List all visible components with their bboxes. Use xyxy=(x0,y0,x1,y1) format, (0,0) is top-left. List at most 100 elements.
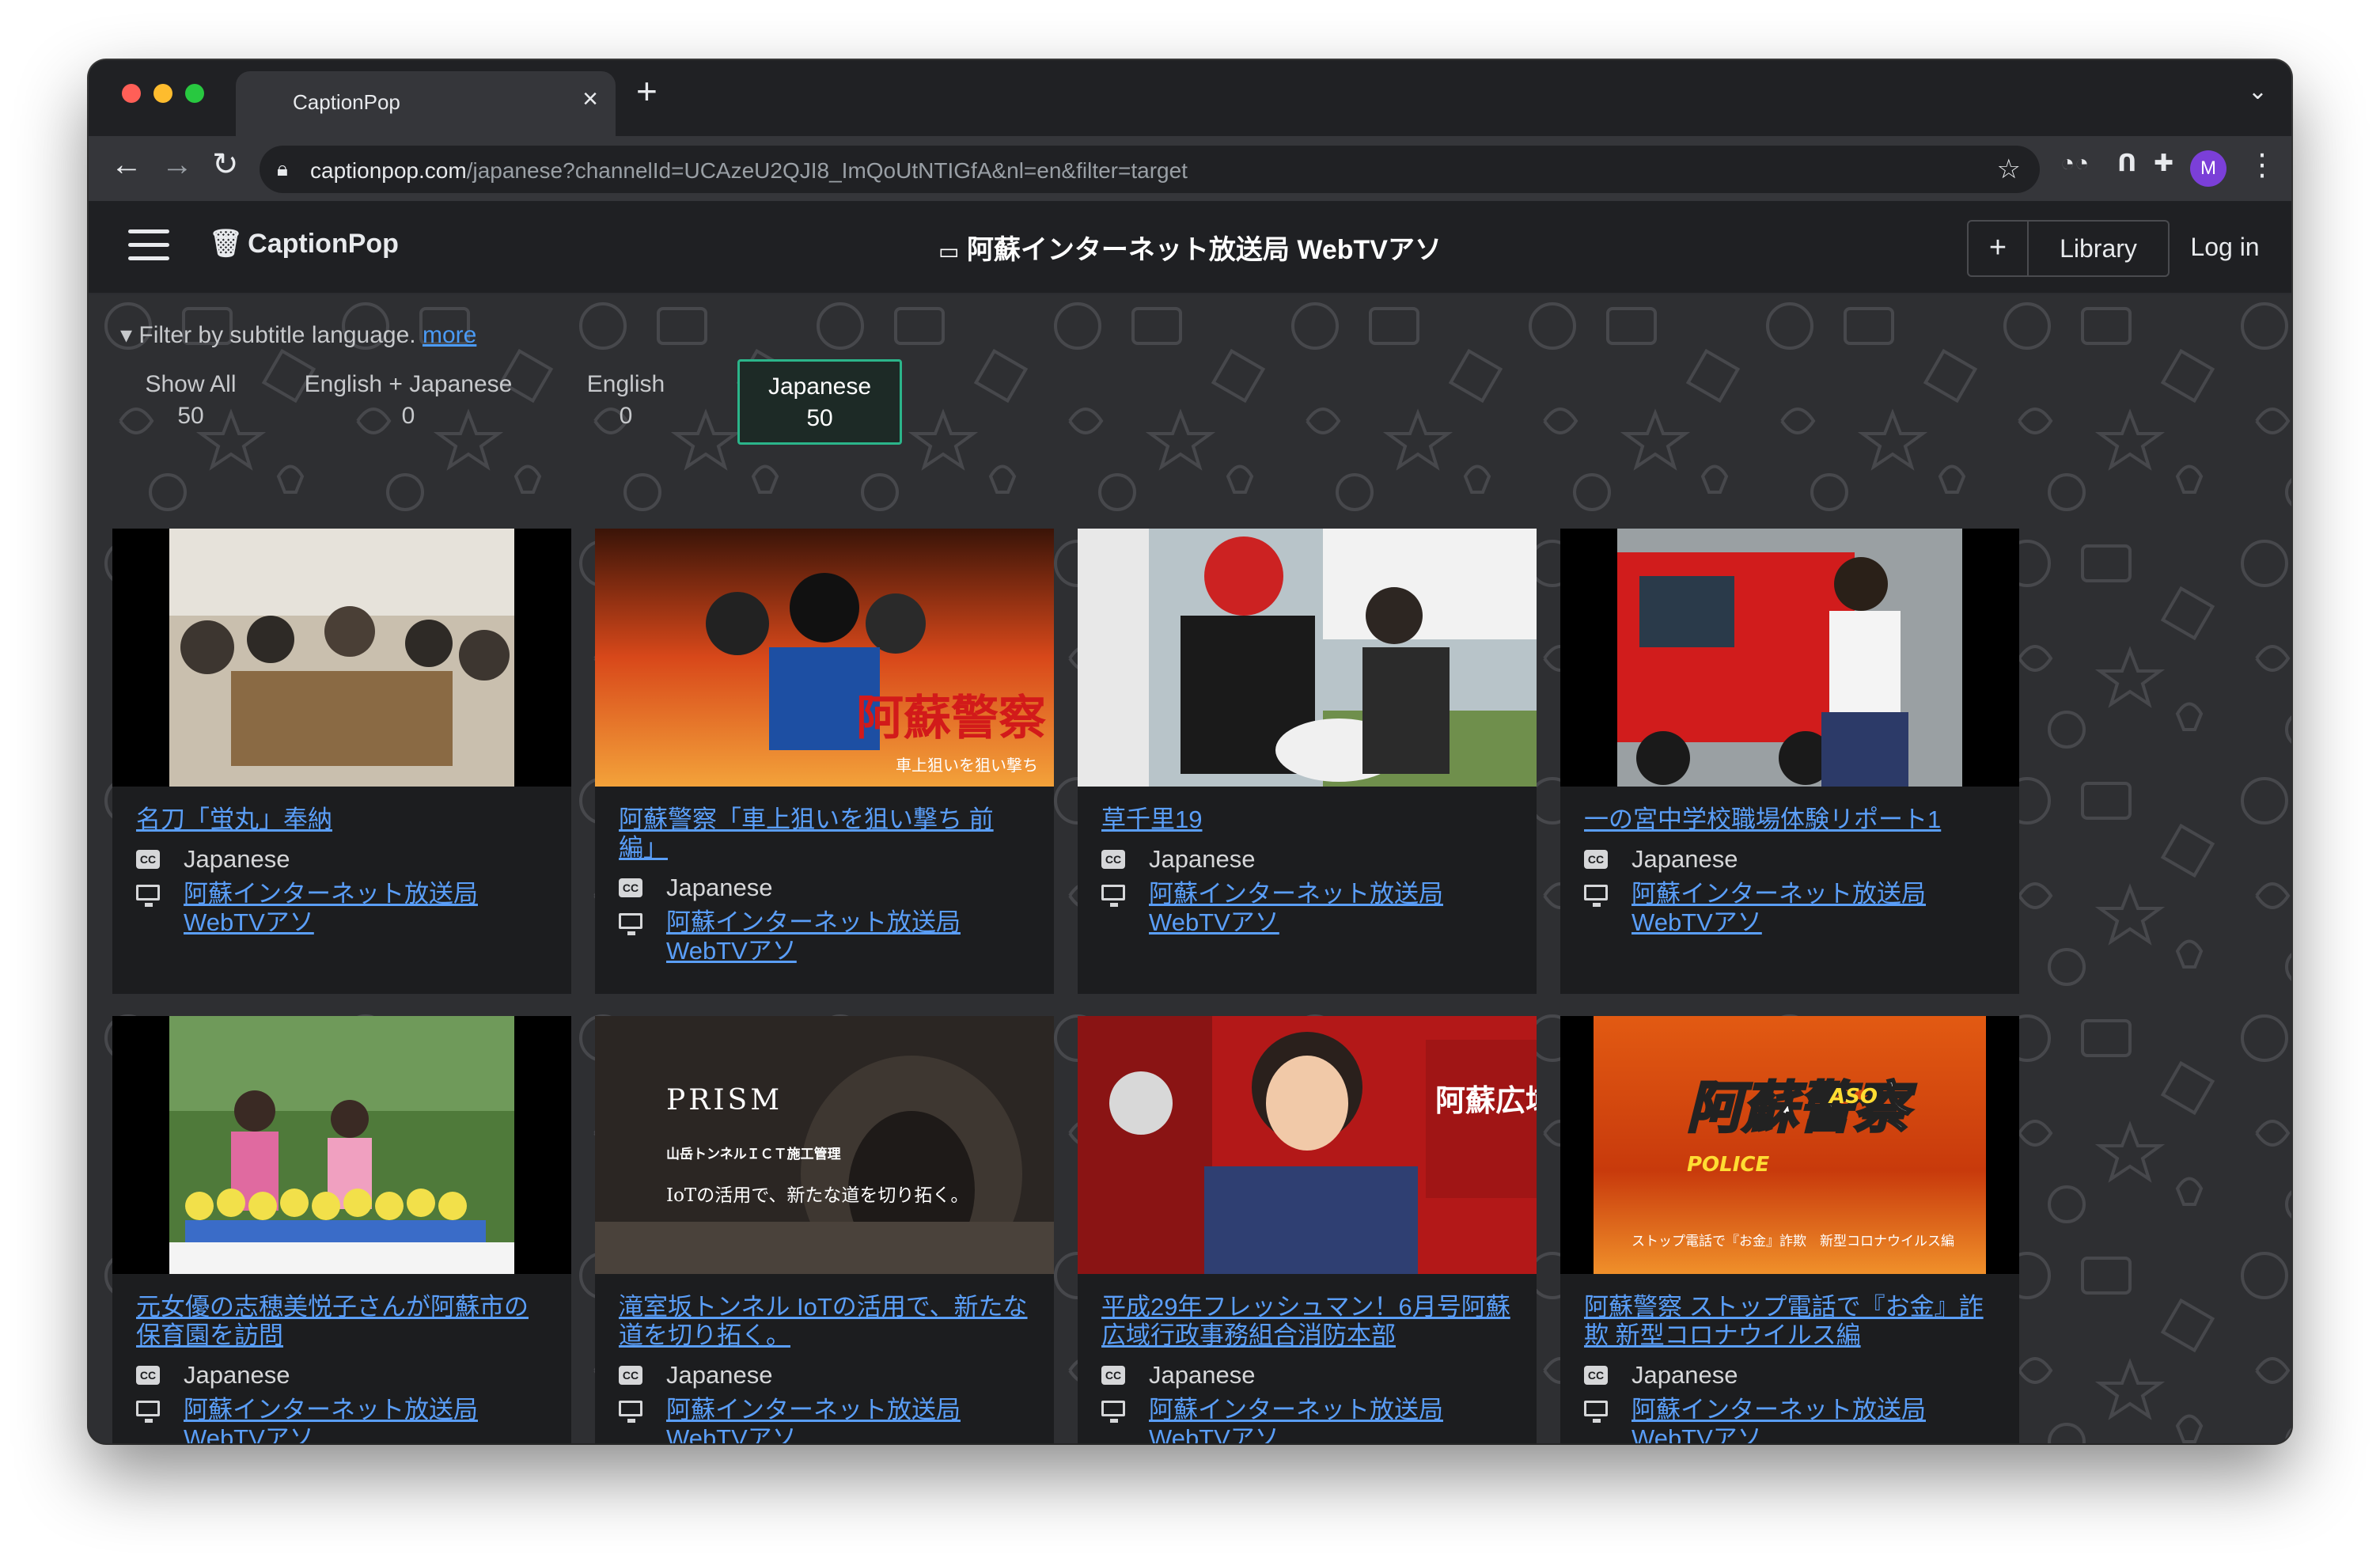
close-window-button[interactable] xyxy=(122,84,141,103)
video-card[interactable]: PRISM 山岳トンネルＩＣＴ施工管理 IoTの活用で、新たな道を切り拓く。 滝… xyxy=(595,1016,1054,1443)
maximize-window-button[interactable] xyxy=(185,84,204,103)
profile-avatar[interactable]: M xyxy=(2190,150,2227,187)
channel-link[interactable]: 阿蘇インターネット放送局 WebTVアソ xyxy=(1149,880,1513,937)
video-thumbnail[interactable] xyxy=(1078,529,1537,787)
channel-link[interactable]: 阿蘇インターネット放送局 WebTVアソ xyxy=(666,908,1030,965)
thumb-sign-text: 阿蘇広域 xyxy=(1435,1083,1537,1118)
thumb-aso-text: ASO xyxy=(1828,1085,1878,1109)
channel-link[interactable]: 阿蘇インターネット放送局 WebTVアソ xyxy=(666,1396,1030,1443)
browser-tab[interactable]: CaptionPop × xyxy=(236,71,616,136)
cc-icon: CC xyxy=(1584,850,1608,869)
video-thumbnail[interactable]: 阿蘇広域 xyxy=(1078,1016,1537,1274)
new-tab-button[interactable]: + xyxy=(636,73,658,109)
tv-icon xyxy=(619,913,642,935)
tab-title: CaptionPop xyxy=(293,90,400,114)
minimize-window-button[interactable] xyxy=(153,84,172,103)
tv-icon xyxy=(136,1401,160,1423)
channel-link[interactable]: 阿蘇インターネット放送局 WebTVアソ xyxy=(1632,880,1995,937)
thumbnail-image: 阿蘇警察 ASO POLICE ストップ電話で『お金』詐欺 新型コロナウイルス編 xyxy=(1560,1016,2019,1274)
tab-close-icon[interactable]: × xyxy=(582,85,598,112)
video-card[interactable]: 元女優の志穂美悦子さんが阿蘇市の保育園を訪問 CC Japanese 阿蘇インタ… xyxy=(112,1016,571,1443)
video-thumbnail[interactable]: 阿蘇警察 ASO POLICE ストップ電話で『お金』詐欺 新型コロナウイルス編 xyxy=(1560,1016,2019,1274)
thumbnail-image xyxy=(1078,529,1537,787)
tv-icon xyxy=(1101,1401,1125,1423)
thumbnail-image: 阿蘇警察 車上狙いを狙い撃ち xyxy=(595,529,1054,787)
cc-icon: CC xyxy=(619,878,642,897)
browser-window: CaptionPop × + ⌄ ← → ↻ 🔒︎ captionpop.com… xyxy=(89,60,2291,1443)
channel-link[interactable]: 阿蘇インターネット放送局 WebTVアソ xyxy=(1632,1396,1995,1443)
tv-icon xyxy=(1584,885,1608,907)
tab-search-icon[interactable]: ⌄ xyxy=(2248,78,2268,105)
thumbnail-image xyxy=(112,1016,571,1274)
thumb-prism-line2: IoTの活用で、新たな道を切り拓く。 xyxy=(666,1185,968,1206)
filter-label: ▾ Filter by subtitle language. more xyxy=(120,322,477,348)
video-card[interactable]: 名刀「蛍丸」奉納 CC Japanese 阿蘇インターネット放送局 WebTVア… xyxy=(112,529,571,994)
video-thumbnail[interactable] xyxy=(112,529,571,787)
cc-icon: CC xyxy=(1584,1366,1608,1385)
video-title-link[interactable]: 一の宮中学校職場体験リポート1 xyxy=(1584,806,1995,834)
thumbnail-image xyxy=(112,529,571,787)
cc-icon: CC xyxy=(619,1366,642,1385)
video-card[interactable]: 草千里19 CC Japanese 阿蘇インターネット放送局 WebTVアソ xyxy=(1078,529,1537,994)
thumb-police-subtitle: ストップ電話で『お金』詐欺 新型コロナウイルス編 xyxy=(1632,1234,1954,1249)
tv-icon xyxy=(136,885,160,907)
back-arrow-icon[interactable]: ← xyxy=(111,149,142,180)
video-thumbnail[interactable]: PRISM 山岳トンネルＩＣＴ施工管理 IoTの活用で、新たな道を切り拓く。 xyxy=(595,1016,1054,1274)
thumbnail-image: PRISM 山岳トンネルＩＣＴ施工管理 IoTの活用で、新たな道を切り拓く。 xyxy=(595,1016,1054,1274)
extension-glasses-icon[interactable]: ◔◔ xyxy=(2060,152,2089,176)
channel-link[interactable]: 阿蘇インターネット放送局 WebTVアソ xyxy=(1149,1396,1513,1443)
add-button[interactable]: + xyxy=(1967,220,2029,277)
browser-titlebar: CaptionPop × + ⌄ xyxy=(89,60,2291,136)
video-title-link[interactable]: 滝室坂トンネル IoTの活用で、新たな道を切り拓く。 xyxy=(619,1293,1030,1350)
cc-icon: CC xyxy=(1101,1366,1125,1385)
tab-japanese[interactable]: Japanese 50 xyxy=(737,359,902,445)
tv-icon: ▭ xyxy=(938,239,960,263)
video-thumbnail[interactable] xyxy=(1560,529,2019,787)
video-card[interactable]: 阿蘇広域 平成29年フレッシュマン！6月号阿蘇広域行政事務組合消防本部 CC J… xyxy=(1078,1016,1537,1443)
tab-show-all[interactable]: Show All 50 xyxy=(123,359,258,445)
address-bar[interactable]: 🔒︎ captionpop.com/japanese?channelId=UCA… xyxy=(260,146,2040,193)
extensions-puzzle-icon[interactable]: ✚ xyxy=(2154,152,2173,176)
video-title-link[interactable]: 草千里19 xyxy=(1101,806,1513,834)
url-text: captionpop.com/japanese?channelId=UCAzeU… xyxy=(310,158,1188,183)
extension-letter-icon[interactable]: ᑎ xyxy=(2117,152,2136,176)
tab-english-japanese[interactable]: English + Japanese 0 xyxy=(282,359,535,445)
thumb-overlay-subtitle: 車上狙いを狙い撃ち xyxy=(896,756,1038,775)
reload-icon[interactable]: ↻ xyxy=(212,149,239,180)
lock-icon[interactable]: 🔒︎ xyxy=(277,157,288,182)
login-button[interactable]: Log in xyxy=(2177,220,2272,277)
tv-icon xyxy=(1101,885,1125,907)
thumbnail-image xyxy=(1560,529,2019,787)
tab-english[interactable]: English 0 xyxy=(559,359,693,445)
forward-arrow-icon[interactable]: → xyxy=(161,149,193,180)
channel-link[interactable]: 阿蘇インターネット放送局 WebTVアソ xyxy=(184,880,548,937)
main-content: ▾ Filter by subtitle language. more Show… xyxy=(89,294,2291,1443)
video-title-link[interactable]: 阿蘇警察「車上狙いを狙い撃ち 前編」 xyxy=(619,806,1030,863)
filter-funnel-icon: ▾ xyxy=(120,322,133,348)
thumb-prism-brand: PRISM xyxy=(666,1084,783,1117)
video-title-link[interactable]: 平成29年フレッシュマン！6月号阿蘇広域行政事務組合消防本部 xyxy=(1101,1293,1513,1350)
video-title-link[interactable]: 元女優の志穂美悦子さんが阿蘇市の保育園を訪問 xyxy=(136,1293,548,1350)
video-card[interactable]: 阿蘇警察 車上狙いを狙い撃ち 阿蘇警察「車上狙いを狙い撃ち 前編」 CC Jap… xyxy=(595,529,1054,994)
video-card[interactable]: 阿蘇警察 ASO POLICE ストップ電話で『お金』詐欺 新型コロナウイルス編… xyxy=(1560,1016,2019,1443)
bookmark-star-icon[interactable]: ☆ xyxy=(1997,154,2021,185)
cc-icon: CC xyxy=(1101,850,1125,869)
browser-toolbar: ← → ↻ 🔒︎ captionpop.com/japanese?channel… xyxy=(89,136,2291,201)
tv-icon xyxy=(619,1401,642,1423)
browser-menu-icon[interactable]: ⋮ xyxy=(2247,147,2277,183)
app-header: 🗑︎ CaptionPop ▭ 阿蘇インターネット放送局 WebTVアソ + Li… xyxy=(89,201,2291,294)
video-thumbnail[interactable]: 阿蘇警察 車上狙いを狙い撃ち xyxy=(595,529,1054,787)
video-title-link[interactable]: 阿蘇警察 ストップ電話で『お金』詐欺 新型コロナウイルス編 xyxy=(1584,1293,1995,1350)
video-title-link[interactable]: 名刀「蛍丸」奉納 xyxy=(136,806,548,834)
thumbnail-image: 阿蘇広域 xyxy=(1078,1016,1537,1274)
page-title: ▭ 阿蘇インターネット放送局 WebTVアソ xyxy=(938,235,1442,265)
thumb-prism-line1: 山岳トンネルＩＣＴ施工管理 xyxy=(666,1146,841,1162)
thumb-police-text: POLICE xyxy=(1687,1153,1769,1177)
channel-link[interactable]: 阿蘇インターネット放送局 WebTVアソ xyxy=(184,1396,548,1443)
library-button[interactable]: Library xyxy=(2029,220,2170,277)
video-card[interactable]: 一の宮中学校職場体験リポート1 CC Japanese 阿蘇インターネット放送局… xyxy=(1560,529,2019,994)
filter-more-link[interactable]: more xyxy=(423,322,476,348)
video-thumbnail[interactable] xyxy=(112,1016,571,1274)
thumb-police-title: 阿蘇警察 xyxy=(1687,1075,1916,1140)
thumb-overlay-title: 阿蘇警察 xyxy=(856,691,1046,746)
